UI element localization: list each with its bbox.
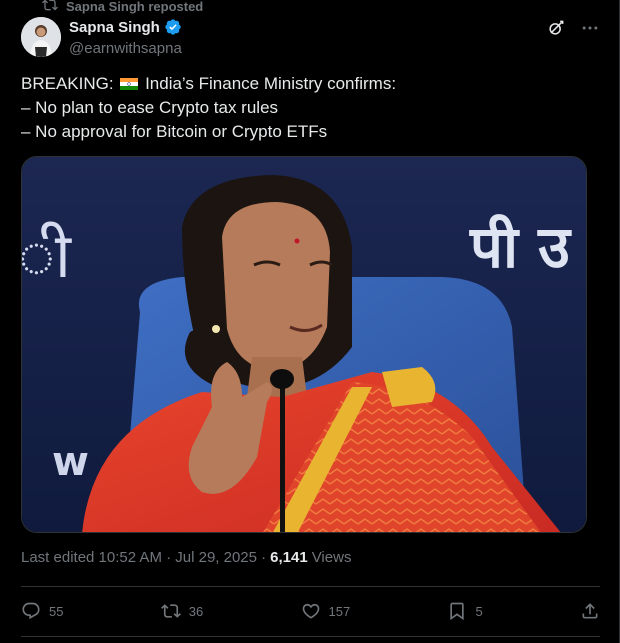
tweet-text-line2: – No plan to ease Crypto tax rules — [21, 98, 279, 117]
tweet-text-line1: India’s Finance Ministry confirms: — [145, 74, 397, 93]
bookmark-icon — [447, 601, 467, 621]
reply-icon — [21, 601, 41, 621]
heart-icon — [301, 601, 321, 621]
avatar[interactable] — [21, 17, 61, 57]
repost-button[interactable]: 36 — [160, 601, 204, 621]
repost-count: 36 — [188, 603, 204, 619]
views-count: 6,141 — [270, 549, 308, 566]
reply-button[interactable]: 55 — [21, 601, 63, 621]
tweet-text-prefix: BREAKING: — [21, 74, 114, 93]
grok-icon[interactable] — [546, 18, 566, 38]
bg-text-right: पी उ — [469, 213, 572, 281]
more-options-icon[interactable] — [580, 18, 600, 38]
verified-badge-icon — [164, 18, 182, 36]
india-flag-icon — [120, 78, 139, 90]
repost-text: Sapna Singh reposted — [66, 0, 204, 14]
repost-icon — [160, 601, 181, 621]
tweet-meta: Last edited 10:52 AM · Jul 29, 2025 · 6,… — [21, 549, 351, 566]
bookmark-count: 5 — [475, 603, 483, 619]
tweet-text: BREAKING: India’s Finance Ministry confi… — [21, 72, 591, 144]
share-icon — [580, 601, 600, 621]
author-handle[interactable]: @earnwithsapna — [69, 40, 182, 57]
reply-count: 55 — [49, 603, 64, 619]
like-button[interactable]: 157 — [301, 601, 351, 621]
repost-indicator[interactable]: Sapna Singh reposted — [42, 0, 203, 14]
bg-text-left: ी — [22, 219, 72, 292]
author-name[interactable]: Sapna Singh — [69, 19, 160, 36]
divider — [21, 586, 600, 587]
repost-icon — [42, 0, 58, 16]
like-count: 157 — [328, 603, 351, 619]
tweet-text-line3: – No approval for Bitcoin or Crypto ETFs — [21, 122, 328, 141]
action-bar: 55 36 157 5 — [21, 598, 600, 624]
views-label: Views — [311, 549, 352, 566]
share-button[interactable] — [580, 601, 600, 621]
bg-text-bottom: w — [52, 439, 89, 485]
bookmark-button[interactable]: 5 — [447, 601, 483, 621]
divider — [21, 636, 600, 637]
edited-timestamp[interactable]: Last edited 10:52 AM · Jul 29, 2025 · — [21, 549, 266, 566]
tweet-media-photo[interactable]: ी पी उ w — [21, 156, 587, 533]
